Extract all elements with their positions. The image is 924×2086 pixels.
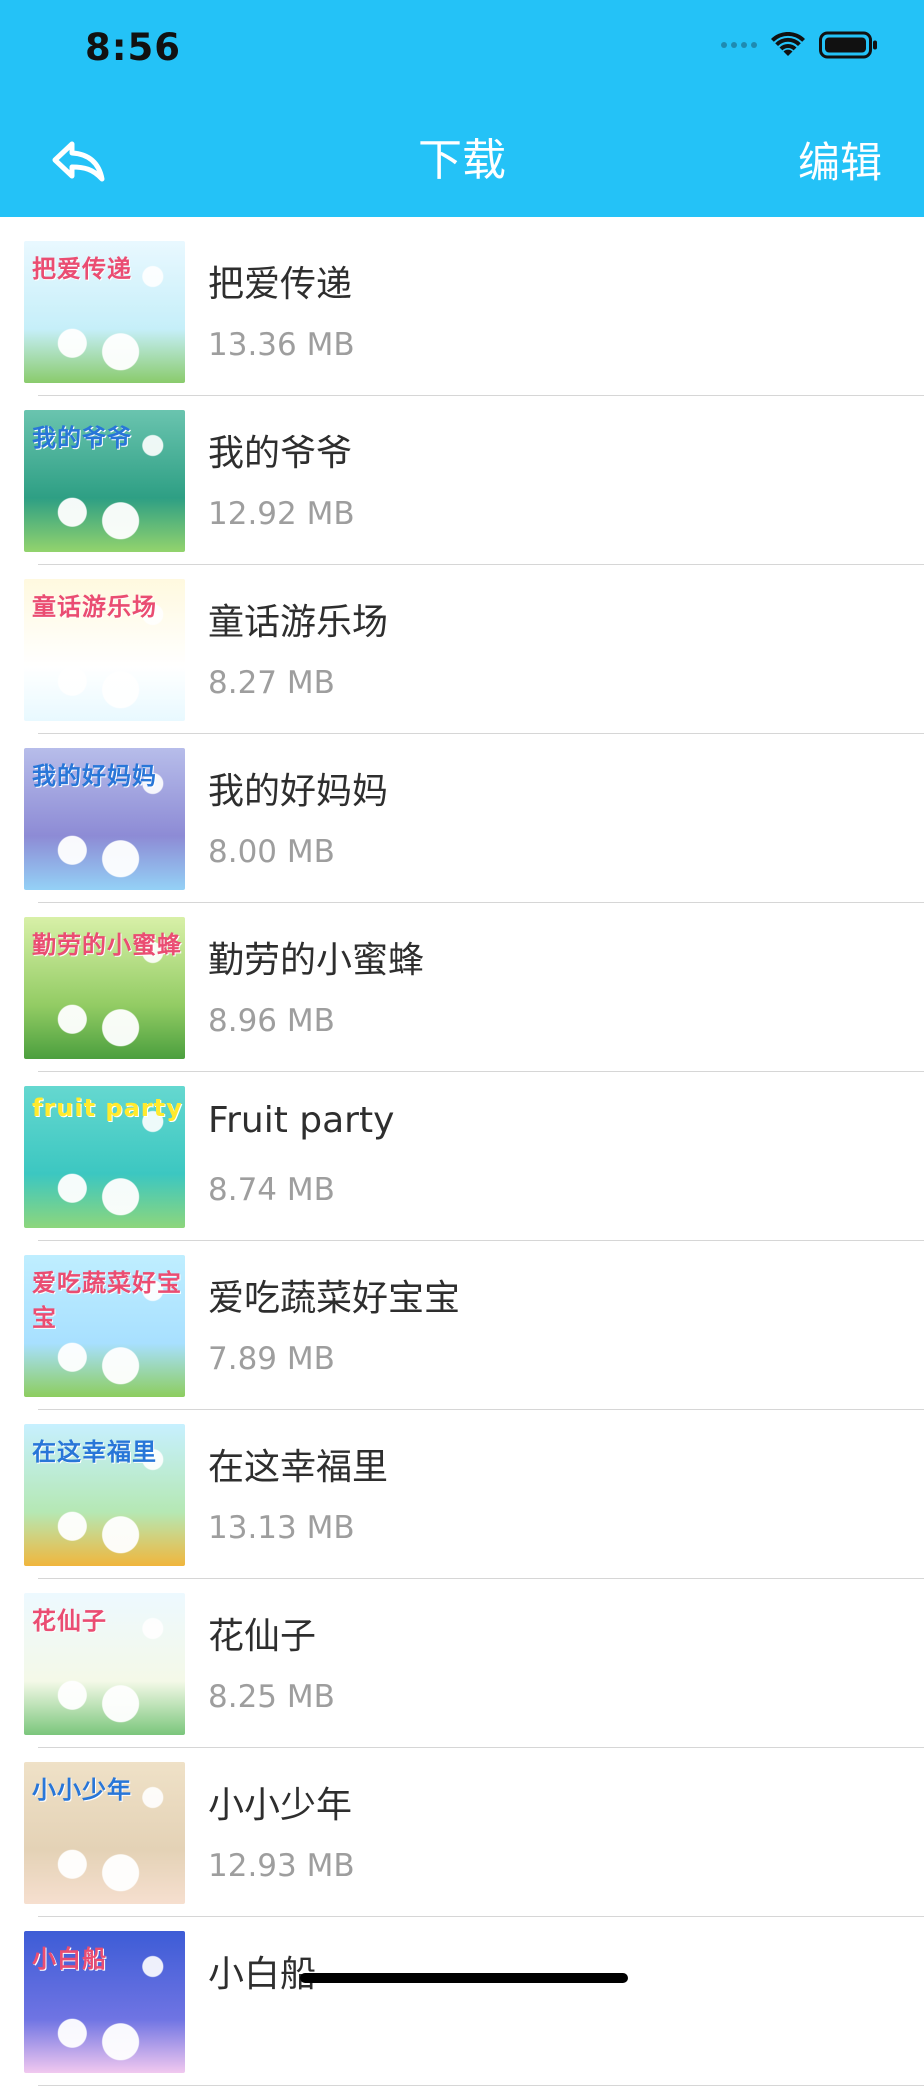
status-time: 8:56 [85, 26, 182, 69]
back-arrow-icon [52, 141, 105, 182]
thumbnail-title-text: 我的爷爷 [32, 424, 132, 452]
download-thumbnail: 我的爷爷 [24, 410, 185, 552]
download-list-item[interactable]: 在这幸福里 在这幸福里 13.13 MB [24, 1410, 924, 1579]
download-thumbnail: fruit party [24, 1086, 185, 1228]
download-thumbnail: 在这幸福里 [24, 1424, 185, 1566]
download-thumbnail: 把爱传递 [24, 241, 185, 383]
thumbnail-title-text: 我的好妈妈 [32, 762, 157, 790]
download-thumbnail: 花仙子 [24, 1593, 185, 1735]
download-list-item[interactable]: 勤劳的小蜜蜂 勤劳的小蜜蜂 8.96 MB [24, 903, 924, 1072]
download-thumbnail: 童话游乐场 [24, 579, 185, 721]
download-title: 爱吃蔬菜好宝宝 [208, 1278, 461, 1319]
download-size: 8.25 MB [208, 1679, 335, 1715]
thumbnail-title-text: 把爱传递 [32, 255, 132, 283]
download-title: Fruit party [208, 1100, 395, 1141]
download-title: 小小少年 [208, 1785, 353, 1826]
thumbnail-title-text: 小白船 [32, 1945, 107, 1973]
download-size: 13.36 MB [208, 327, 355, 363]
edit-button[interactable]: 编辑 [798, 137, 882, 189]
download-list-item[interactable]: 童话游乐场 童话游乐场 8.27 MB [24, 565, 924, 734]
download-size: 12.93 MB [208, 1848, 355, 1884]
download-size: 8.96 MB [208, 1003, 335, 1039]
download-title: 在这幸福里 [208, 1447, 389, 1488]
download-thumbnail: 爱吃蔬菜好宝宝 [24, 1255, 185, 1397]
thumbnail-title-text: 童话游乐场 [32, 593, 157, 621]
download-thumbnail: 勤劳的小蜜蜂 [24, 917, 185, 1059]
thumbnail-title-text: 爱吃蔬菜好宝宝 [32, 1269, 182, 1332]
home-indicator [300, 1973, 628, 1983]
download-list-item[interactable]: 花仙子 花仙子 8.25 MB [24, 1579, 924, 1748]
page-title: 下载 [418, 135, 506, 186]
thumbnail-title-text: fruit party [32, 1094, 183, 1122]
download-title: 我的好妈妈 [208, 771, 389, 812]
download-title: 小白船 [208, 1954, 317, 1995]
download-size: 8.27 MB [208, 665, 335, 701]
download-thumbnail: 小小少年 [24, 1762, 185, 1904]
battery-icon [819, 31, 877, 59]
cellular-signal-icon [721, 42, 757, 48]
download-list-item[interactable]: 把爱传递 把爱传递 13.36 MB [24, 227, 924, 396]
download-list-item[interactable]: 我的好妈妈 我的好妈妈 8.00 MB [24, 734, 924, 903]
download-list-item[interactable]: 爱吃蔬菜好宝宝 爱吃蔬菜好宝宝 7.89 MB [24, 1241, 924, 1410]
download-thumbnail: 我的好妈妈 [24, 748, 185, 890]
thumbnail-title-text: 花仙子 [32, 1607, 107, 1635]
download-title: 童话游乐场 [208, 602, 389, 643]
download-title: 花仙子 [208, 1616, 317, 1657]
nav-bar: 8:56 下载 编辑 [0, 0, 924, 217]
download-title: 把爱传递 [208, 264, 353, 305]
download-size: 7.89 MB [208, 1341, 335, 1377]
download-size: 12.92 MB [208, 496, 355, 532]
download-size: 8.74 MB [208, 1172, 335, 1208]
download-list-item[interactable]: 小小少年 小小少年 12.93 MB [24, 1748, 924, 1917]
download-size: 13.13 MB [208, 1510, 355, 1546]
download-thumbnail: 小白船 [24, 1931, 185, 2073]
thumbnail-title-text: 勤劳的小蜜蜂 [32, 931, 182, 959]
back-button[interactable] [48, 135, 110, 187]
download-list-item[interactable]: 我的爷爷 我的爷爷 12.92 MB [24, 396, 924, 565]
download-title: 勤劳的小蜜蜂 [208, 940, 425, 981]
download-list-item[interactable]: fruit party Fruit party 8.74 MB [24, 1072, 924, 1241]
wifi-icon [771, 32, 805, 56]
status-icons [721, 30, 879, 60]
download-list: 把爱传递 把爱传递 13.36 MB 我的爷爷 我的爷爷 12.92 MB 童话游乐场 童话游… [0, 217, 924, 2086]
thumbnail-title-text: 在这幸福里 [32, 1438, 157, 1466]
download-title: 我的爷爷 [208, 433, 353, 474]
download-list-item[interactable]: 小白船 小白船 [24, 1917, 924, 2086]
download-size: 8.00 MB [208, 834, 335, 870]
thumbnail-title-text: 小小少年 [32, 1776, 132, 1804]
